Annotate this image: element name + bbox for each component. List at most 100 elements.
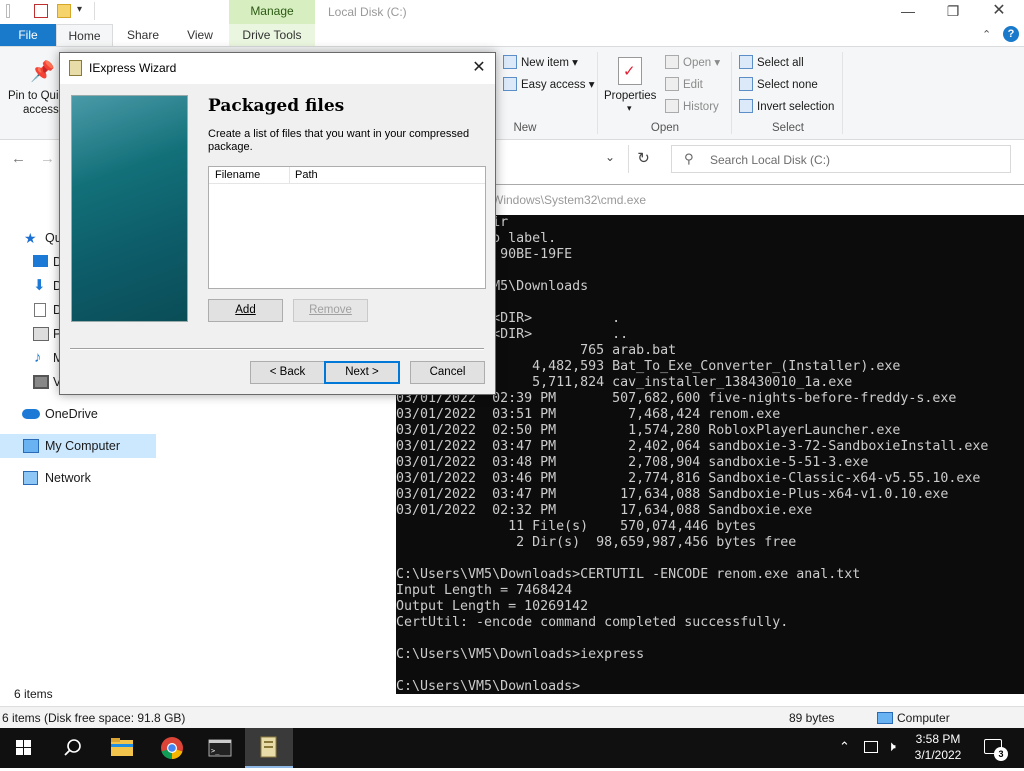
open-button[interactable]: Open ▾: [665, 55, 720, 69]
desktop-icon: [33, 255, 48, 267]
video-icon: [33, 375, 49, 389]
star-icon: ★: [24, 230, 37, 246]
minimize-icon[interactable]: —: [893, 2, 923, 22]
properties-button[interactable]: Properties: [604, 90, 656, 102]
address-dropdown-icon[interactable]: ⌄: [605, 150, 615, 164]
ribbon-group-new: New: [513, 122, 537, 134]
search-input[interactable]: ⚲ Search Local Disk (C:): [671, 145, 1011, 173]
cloud-icon: [22, 409, 40, 419]
next-button[interactable]: Next >: [324, 361, 400, 384]
search-icon: ⚲: [684, 151, 694, 166]
wizard-heading: Packaged files: [208, 96, 345, 116]
wizard-close-icon[interactable]: ✕: [464, 56, 494, 80]
select-none-button[interactable]: Select none: [739, 77, 818, 91]
column-filename[interactable]: Filename: [215, 169, 260, 181]
open-icon: [665, 55, 679, 69]
tab-file[interactable]: File: [0, 24, 56, 46]
properties-qat-icon[interactable]: [34, 4, 48, 18]
remove-button[interactable]: Remove: [293, 299, 368, 322]
volume-icon[interactable]: 🕨: [887, 738, 896, 755]
wizard-banner-image: [71, 95, 188, 322]
nav-item-my-computer[interactable]: My Computer: [0, 434, 156, 458]
ribbon-group-select: Select: [772, 122, 804, 134]
computer-icon: [877, 712, 893, 724]
help-icon[interactable]: ?: [1003, 26, 1019, 42]
ribbon-divider: [731, 52, 732, 134]
taskbar: >_ ⌃ 🕨 3:58 PM 3/1/2022 3: [0, 728, 1024, 768]
qat-divider: [94, 2, 95, 20]
add-button[interactable]: Add: [208, 299, 283, 322]
packaged-files-list[interactable]: Filename Path: [208, 166, 486, 289]
ribbon-group-open: Open: [650, 122, 680, 134]
edit-icon: [665, 77, 679, 91]
new-item-button[interactable]: New item ▾: [503, 55, 578, 69]
status-detail: 6 items (Disk free space: 91.8 GB): [2, 711, 186, 725]
network-tray-icon[interactable]: [864, 741, 878, 753]
windows-logo-icon: [16, 740, 31, 755]
pin-to-quick-access-label[interactable]: Pin to Qui: [8, 90, 59, 102]
nav-item-onedrive[interactable]: OneDrive: [0, 402, 156, 426]
column-path[interactable]: Path: [295, 169, 318, 181]
pin-icon: 📌: [30, 61, 55, 83]
maximize-icon[interactable]: ❐: [938, 2, 968, 22]
easy-access-button[interactable]: Easy access ▾: [503, 77, 595, 91]
properties-dropdown-icon[interactable]: ▾: [627, 103, 632, 114]
easy-access-icon: [503, 77, 517, 91]
chrome-taskbar-button[interactable]: [148, 728, 196, 768]
new-folder-qat-icon[interactable]: [57, 4, 71, 18]
pin-to-quick-access-label-2[interactable]: access: [23, 104, 59, 116]
wizard-titlebar[interactable]: IExpress Wizard ✕: [60, 53, 495, 84]
status-location: Computer: [897, 711, 950, 725]
tab-share[interactable]: Share: [117, 24, 169, 46]
window-icon: [6, 4, 10, 18]
wizard-description: Create a list of files that you want in …: [208, 128, 470, 153]
tab-view[interactable]: View: [174, 24, 226, 46]
select-all-button[interactable]: Select all: [739, 55, 804, 69]
edit-button[interactable]: Edit: [665, 77, 703, 91]
invert-selection-icon: [739, 99, 753, 113]
back-arrow-icon[interactable]: ←: [11, 150, 26, 167]
search-placeholder: Search Local Disk (C:): [710, 153, 831, 167]
history-button[interactable]: History: [665, 99, 719, 113]
svg-text:>_: >_: [211, 747, 220, 755]
iexpress-icon: [69, 60, 82, 76]
refresh-icon[interactable]: ↻: [628, 145, 658, 173]
invert-selection-button[interactable]: Invert selection: [739, 99, 834, 113]
ribbon-collapse-icon[interactable]: ⌃: [982, 28, 991, 41]
wizard-title: IExpress Wizard: [89, 61, 177, 75]
search-taskbar-button[interactable]: [48, 728, 96, 768]
music-icon: ♪: [34, 349, 42, 366]
cmd-icon: >_: [208, 739, 232, 757]
history-icon: [665, 99, 679, 113]
iexpress-taskbar-button[interactable]: [245, 728, 293, 768]
back-button[interactable]: < Back: [250, 361, 325, 384]
status-item-count: 6 items: [14, 687, 53, 701]
search-icon: [64, 739, 81, 756]
new-item-icon: [503, 55, 517, 69]
tab-home[interactable]: Home: [56, 24, 113, 46]
document-icon: [34, 303, 46, 317]
file-explorer-taskbar-button[interactable]: [98, 728, 146, 768]
tab-manage[interactable]: Manage: [229, 0, 315, 24]
tray-overflow-icon[interactable]: ⌃: [839, 739, 850, 755]
pictures-icon: [33, 327, 49, 341]
nav-item-network[interactable]: Network: [0, 466, 156, 490]
folder-icon: [111, 738, 133, 756]
column-divider[interactable]: [289, 167, 290, 183]
network-icon: [23, 471, 38, 485]
forward-arrow-icon[interactable]: →: [40, 150, 55, 167]
close-icon[interactable]: ✕: [984, 2, 1014, 22]
status-size: 89 bytes: [789, 711, 835, 725]
ribbon-divider: [842, 52, 843, 134]
select-all-icon: [739, 55, 753, 69]
clock-time[interactable]: 3:58 PM: [906, 732, 970, 746]
start-button[interactable]: [0, 728, 48, 768]
list-header: Filename Path: [209, 167, 485, 184]
iexpress-wizard-dialog: IExpress Wizard ✕ Packaged files Create …: [59, 52, 496, 395]
clock-date[interactable]: 3/1/2022: [906, 748, 970, 762]
qat-dropdown-icon[interactable]: ▾: [77, 4, 82, 15]
cancel-button[interactable]: Cancel: [410, 361, 485, 384]
tab-drive-tools[interactable]: Drive Tools: [229, 24, 315, 46]
download-icon: ⬇: [33, 277, 46, 294]
cmd-taskbar-button[interactable]: >_: [196, 728, 244, 768]
